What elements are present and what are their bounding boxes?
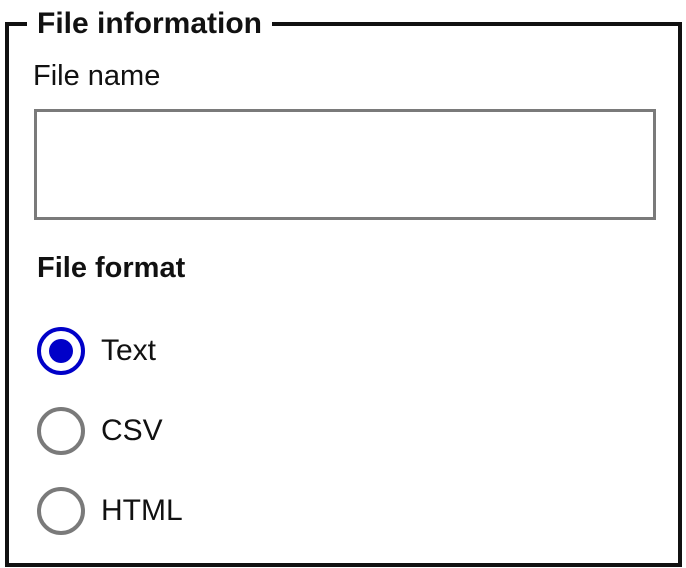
fieldset-legend: File information: [27, 2, 272, 46]
radio-option-csv[interactable]: CSV: [37, 406, 163, 456]
radio-option-text[interactable]: Text: [37, 326, 156, 376]
radio-csv[interactable]: [37, 407, 85, 455]
file-format-label: File format: [37, 252, 186, 284]
file-information-fieldset: File information File name File format T…: [5, 2, 682, 567]
radio-html[interactable]: [37, 487, 85, 535]
radio-option-html[interactable]: HTML: [37, 486, 183, 536]
radio-text[interactable]: [37, 327, 85, 375]
file-name-label: File name: [33, 60, 161, 92]
radio-csv-label: CSV: [101, 414, 163, 447]
file-name-input[interactable]: [34, 109, 656, 220]
radio-html-label: HTML: [101, 494, 183, 527]
radio-text-label: Text: [101, 334, 157, 367]
